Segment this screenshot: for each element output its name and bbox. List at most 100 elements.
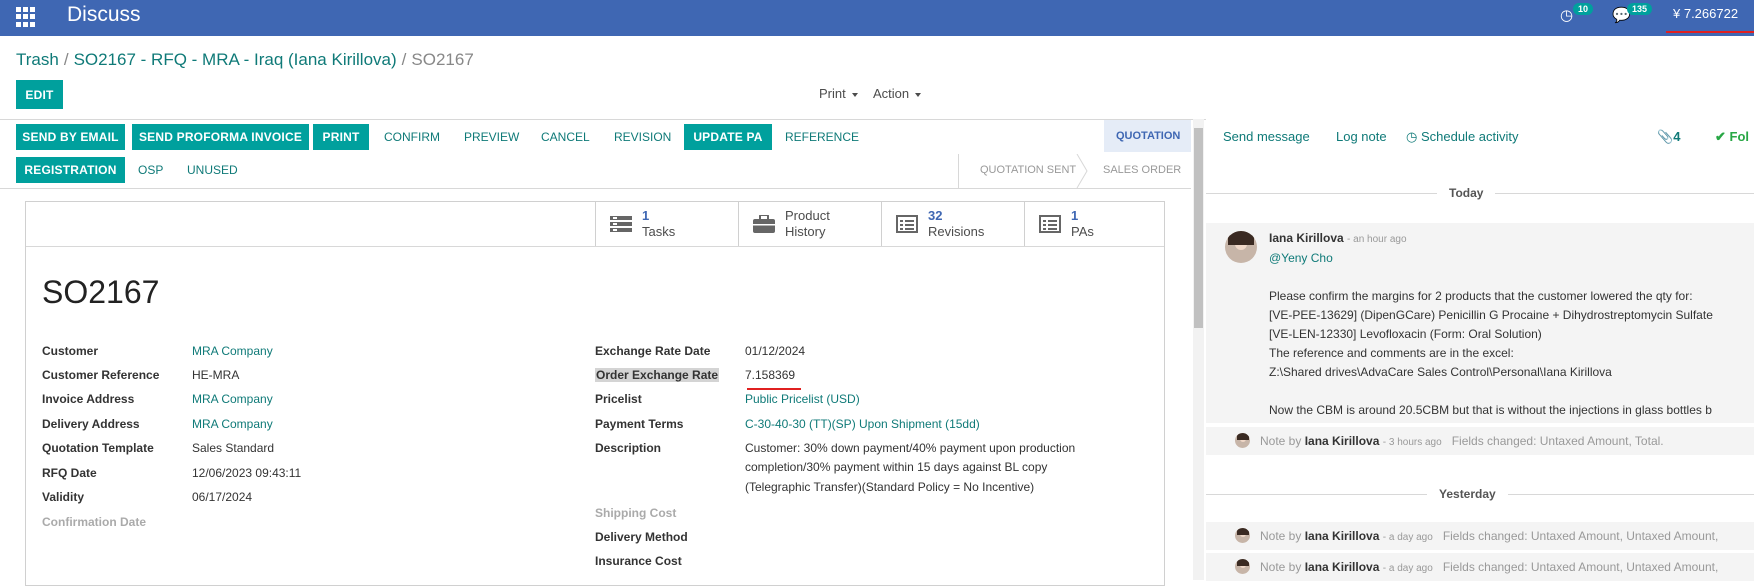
preview-button[interactable]: PREVIEW (464, 124, 519, 150)
red-annotation-underline (747, 388, 801, 390)
note-prefix: Note by (1260, 529, 1302, 543)
note-time: - a day ago (1382, 563, 1433, 574)
pricelist-field[interactable]: Public Pricelist (USD) (745, 392, 860, 406)
print-button[interactable]: PRINT (313, 124, 369, 150)
message-line: Please confirm the margins for 2 product… (1269, 289, 1693, 303)
scrollbar-thumb[interactable] (1194, 128, 1203, 328)
breadcrumb-trash[interactable]: Trash (16, 50, 59, 69)
status-quotation[interactable]: QUOTATION (1116, 130, 1180, 142)
registration-button[interactable]: REGISTRATION (16, 157, 125, 183)
insurance-cost-label: Insurance Cost (595, 554, 682, 568)
tasks-smart-button[interactable]: 1 Tasks (595, 202, 738, 246)
tasks-count: 1 (642, 208, 650, 223)
tasks-icon (610, 216, 632, 232)
shipping-cost-label: Shipping Cost (595, 506, 677, 520)
divider (958, 154, 959, 188)
check-icon: ✔ (1715, 129, 1730, 144)
order-exchange-rate-label: Order Exchange Rate (595, 368, 720, 382)
follow-button[interactable]: ✔ Fol (1715, 129, 1749, 145)
message-card: Iana Kirillova - an hour ago @Yeny Cho P… (1206, 223, 1754, 423)
delivery-method-label: Delivery Method (595, 530, 688, 544)
apps-grid-icon[interactable] (16, 7, 36, 27)
osp-button[interactable]: OSP (138, 157, 163, 183)
note-changes: Fields changed: Untaxed Amount, Untaxed … (1442, 529, 1719, 543)
activity-count-badge: 10 (1573, 3, 1594, 15)
payment-terms-label: Payment Terms (595, 417, 684, 431)
day-divider-yesterday: Yesterday (1427, 487, 1508, 501)
reference-button[interactable]: REFERENCE (785, 124, 859, 150)
breadcrumb-separator: / (63, 50, 69, 69)
message-author[interactable]: Iana Kirillova - an hour ago (1269, 231, 1407, 245)
note-author[interactable]: Iana Kirillova (1305, 560, 1380, 574)
exchange-rate-date-label: Exchange Rate Date (595, 344, 711, 358)
unused-button[interactable]: UNUSED (187, 157, 238, 183)
currency-rate-indicator[interactable]: ¥ 7.266722 (1673, 6, 1738, 21)
invoice-address-label: Invoice Address (42, 392, 135, 406)
validity-field[interactable]: 06/17/2024 (192, 490, 252, 504)
invoice-address-field[interactable]: MRA Company (192, 392, 273, 406)
status-sales-order[interactable]: SALES ORDER (1103, 164, 1181, 176)
list-icon (896, 215, 918, 233)
breadcrumb: Trash / SO2167 - RFQ - MRA - Iraq (Iana Ki… (16, 50, 474, 70)
breadcrumb-current: SO2167 (411, 50, 474, 69)
revision-button[interactable]: REVISION (614, 124, 671, 150)
mention-link[interactable]: @Yeny Cho (1269, 249, 1333, 268)
note-item: Note by Iana Kirillova - a day ago Field… (1206, 553, 1754, 581)
status-quotation-sent[interactable]: QUOTATION SENT (980, 164, 1076, 176)
update-pa-button[interactable]: UPDATE PA (684, 124, 772, 150)
note-item: Note by Iana Kirillova - a day ago Field… (1206, 522, 1754, 550)
revisions-count: 32 (928, 208, 943, 223)
note-time: - 3 hours ago (1382, 437, 1442, 448)
tasks-label: Tasks (642, 224, 676, 239)
log-note-button[interactable]: Log note (1336, 129, 1387, 144)
red-annotation-underline (1666, 31, 1754, 33)
message-time: - an hour ago (1347, 234, 1407, 245)
divider (0, 188, 1191, 189)
avatar (1235, 433, 1250, 448)
form-scrollbar[interactable] (1193, 119, 1204, 580)
note-text: Note by Iana Kirillova - a day ago Field… (1260, 560, 1718, 574)
attachments-button[interactable]: 📎4 (1657, 129, 1680, 145)
send-message-button[interactable]: Send message (1223, 129, 1310, 144)
product-history-label-1: Product (785, 208, 830, 223)
order-exchange-rate-field[interactable]: 7.158369 (745, 368, 795, 382)
note-author[interactable]: Iana Kirillova (1305, 434, 1380, 448)
cancel-button[interactable]: CANCEL (541, 124, 590, 150)
breadcrumb-separator: / (401, 50, 407, 69)
message-author-name: Iana Kirillova (1269, 231, 1344, 245)
rfq-date-field[interactable]: 12/06/2023 09:43:11 (192, 466, 301, 480)
confirm-button[interactable]: CONFIRM (384, 124, 440, 150)
note-prefix: Note by (1260, 560, 1302, 574)
pas-smart-button[interactable]: 1 PAs (1024, 202, 1164, 246)
action-dropdown[interactable]: Action (873, 86, 921, 101)
note-author[interactable]: Iana Kirillova (1305, 529, 1380, 543)
activity-clock-icon[interactable]: ◷ (1560, 6, 1573, 24)
print-dropdown[interactable]: Print (819, 86, 858, 101)
pas-label: PAs (1071, 224, 1094, 239)
breadcrumb-rfq[interactable]: SO2167 - RFQ - MRA - Iraq (Iana Kirillov… (74, 50, 397, 69)
schedule-activity-button[interactable]: ◷ Schedule activity (1406, 129, 1519, 145)
exchange-rate-date-field[interactable]: 01/12/2024 (745, 344, 805, 358)
send-by-email-button[interactable]: SEND BY EMAIL (16, 124, 125, 150)
message-line: [VE-LEN-12330] Levofloxacin (Form: Oral … (1269, 327, 1542, 341)
note-time: - a day ago (1382, 532, 1433, 543)
note-changes: Fields changed: Untaxed Amount, Total. (1451, 434, 1664, 448)
clock-icon: ◷ (1406, 129, 1421, 144)
customer-field[interactable]: MRA Company (192, 344, 273, 358)
send-proforma-invoice-button[interactable]: SEND PROFORMA INVOICE (132, 124, 309, 150)
list-icon (1039, 215, 1061, 233)
message-line: Now the CBM is around 20.5CBM but that i… (1269, 403, 1712, 417)
customer-reference-label: Customer Reference (42, 368, 160, 382)
quotation-template-field[interactable]: Sales Standard (192, 441, 274, 455)
revisions-smart-button[interactable]: 32 Revisions (881, 202, 1024, 246)
edit-button[interactable]: EDIT (16, 80, 63, 109)
customer-reference-field[interactable]: HE-MRA (192, 368, 239, 382)
message-line: The reference and comments are in the ex… (1269, 346, 1514, 360)
delivery-address-field[interactable]: MRA Company (192, 417, 273, 431)
briefcase-icon (753, 215, 775, 233)
customer-label: Customer (42, 344, 99, 358)
payment-terms-field[interactable]: C-30-40-30 (TT)(SP) Upon Shipment (15dd) (745, 417, 980, 431)
status-chevron-icon (1076, 154, 1088, 188)
attachments-count: 4 (1673, 129, 1681, 144)
product-history-smart-button[interactable]: Product History (738, 202, 881, 246)
